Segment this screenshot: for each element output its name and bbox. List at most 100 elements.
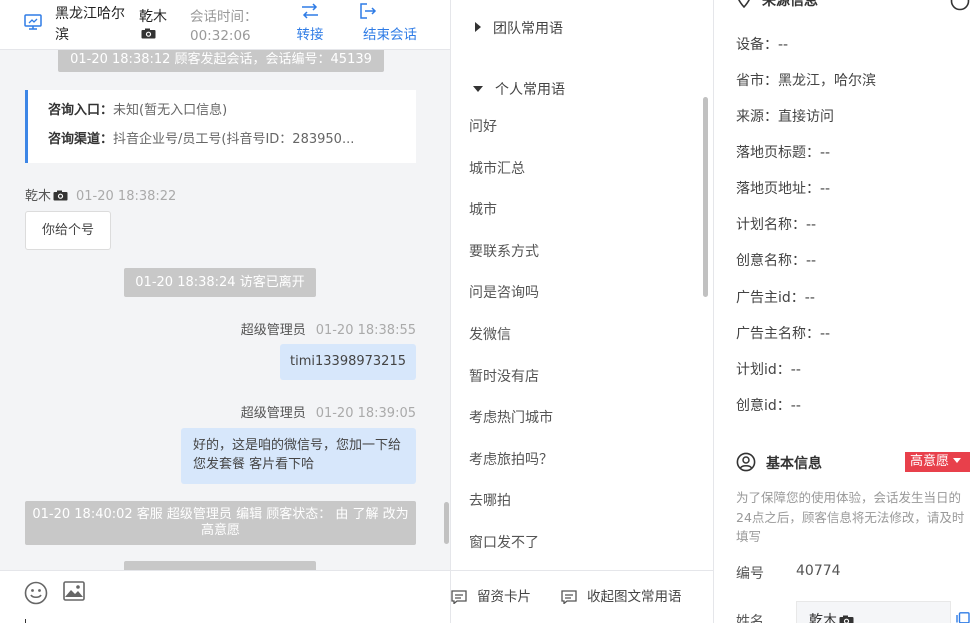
transfer-label: 转接: [296, 27, 324, 43]
source-field-landing-url: 落地页地址：--: [736, 181, 831, 197]
source-field-origin: 来源：直接访问: [736, 109, 834, 125]
system-message: 01-20 18:38:12 顾客发起会话，会话编号：45139: [58, 50, 384, 72]
image-icon[interactable]: [63, 581, 85, 605]
caret-down-icon: [473, 86, 483, 92]
chat-scrollbar[interactable]: [444, 502, 449, 544]
agent-message-bubble: timi13398973215: [280, 344, 416, 380]
session-time-value: 00:32:06: [190, 28, 251, 44]
customer-id-value: 40774: [796, 563, 841, 579]
source-field-device: 设备：--: [736, 37, 789, 53]
chat-input-toolbar: [0, 570, 450, 623]
phrase-item[interactable]: 问好: [451, 107, 701, 149]
text-cursor: [25, 619, 26, 623]
consult-channel-row: 咨询渠道：抖音企业号/员工号(抖音号ID：283950...: [48, 129, 412, 158]
phrase-item[interactable]: 去哪拍: [451, 481, 701, 523]
end-session-button[interactable]: 结束会话: [355, 3, 425, 43]
camera-icon: [53, 190, 68, 201]
monitor-icon: [24, 14, 42, 30]
phrase-item[interactable]: 城市汇总: [451, 149, 701, 191]
phrase-item[interactable]: 发微信: [451, 315, 701, 357]
consult-channel-value: 抖音企业号/员工号(抖音号ID：283950...: [113, 132, 355, 147]
user-circle-icon[interactable]: [950, 0, 970, 15]
basic-info-title: 基本信息: [766, 456, 822, 472]
phrase-item[interactable]: 暂时没有店: [451, 357, 701, 399]
card-icon: [451, 590, 467, 605]
collapse-phrases-label: 收起图文常用语: [587, 589, 682, 605]
personal-phrases-label: 个人常用语: [495, 82, 565, 98]
caret-right-icon: [475, 22, 481, 32]
collect-icon: [561, 590, 577, 605]
source-field-plan-name: 计划名称：--: [736, 217, 817, 233]
visitor-message-bubble: 你给个号: [25, 211, 111, 250]
sender-name: 乾木: [25, 189, 52, 204]
source-field-city: 省市：黑龙江，哈尔滨: [736, 73, 876, 89]
basic-info-heading: 基本信息: [736, 452, 822, 473]
intent-level-label: 高意愿: [910, 454, 950, 469]
consult-entry-value: 未知(暂无入口信息): [113, 103, 228, 118]
phrase-item[interactable]: 问是咨询吗: [451, 273, 701, 315]
quick-phrases-panel: 团队常用语 个人常用语 问好 城市汇总 城市 要联系方式 问是咨询吗 发微信 暂…: [450, 0, 714, 623]
customer-name-field[interactable]: 乾木: [796, 601, 951, 623]
phrase-item[interactable]: 考虑热门城市: [451, 398, 701, 440]
customer-info-panel: 来源信息 设备：-- 省市：黑龙江，哈尔滨 来源：直接访问 落地页标题：-- 落…: [713, 0, 970, 623]
edit-deadline-notice: 为了保障您的使用体验，会话发生当日的24点之后，顾客信息将无法修改，请及时填写: [736, 490, 965, 544]
message-meta: 超级管理员 01-20 18:39:05: [241, 402, 416, 421]
camera-icon: [141, 28, 156, 39]
source-info-title: 来源信息: [762, 0, 818, 9]
system-message: 01-20 18:40:02 客服 超级管理员 编辑 顾客状态： 由 了解 改为…: [25, 501, 416, 545]
message-meta: 乾木 01-20 18:38:22: [25, 185, 176, 204]
consult-channel-label: 咨询渠道：: [48, 132, 114, 147]
phrases-footer: 留资卡片 收起图文常用语: [451, 570, 714, 623]
source-info-heading: 来源信息: [736, 0, 818, 10]
chevron-down-icon: [953, 458, 962, 463]
team-phrases-group[interactable]: 团队常用语: [475, 18, 563, 38]
sender-name: 超级管理员: [240, 406, 306, 421]
message-time: 01-20 18:38:22: [76, 189, 177, 204]
source-field-creative-name: 创意名称：--: [736, 253, 817, 269]
source-field-advertiser-name: 广告主名称：--: [736, 326, 831, 342]
source-field-advertiser-id: 广告主id：--: [736, 290, 815, 306]
sender-name: 超级管理员: [240, 323, 306, 338]
end-session-label: 结束会话: [363, 27, 417, 43]
exit-icon: [360, 3, 377, 19]
phrase-item[interactable]: 考虑旅拍吗？: [451, 440, 701, 482]
phrase-item[interactable]: 要联系方式: [451, 232, 701, 274]
agent-message-bubble: 好的，这是咱的微信号，您加一下给您发套餐 客片看下哈: [181, 428, 416, 484]
camera-icon: [839, 615, 854, 623]
source-field-plan-id: 计划id：--: [736, 362, 801, 378]
location-pin-icon: [738, 0, 750, 9]
visitor-name: 黑龙江哈尔滨: [55, 6, 125, 43]
customer-id-label: 编号: [736, 566, 764, 582]
source-field-landing-title: 落地页标题：--: [736, 145, 831, 161]
phrase-scrollbar[interactable]: [703, 97, 708, 297]
copy-icon[interactable]: [956, 612, 970, 623]
user-circle-icon: [736, 452, 756, 472]
system-message-partial: [124, 561, 316, 570]
lead-card-label: 留资卡片: [477, 589, 531, 605]
message-time: 01-20 18:39:05: [315, 406, 416, 421]
customer-name-label: 姓名: [736, 614, 764, 623]
agent-name: 乾木: [139, 9, 167, 25]
message-meta: 超级管理员 01-20 18:38:55: [241, 319, 416, 338]
phrase-item[interactable]: 城市: [451, 190, 701, 232]
collapse-phrases-button[interactable]: 收起图文常用语: [561, 585, 682, 605]
transfer-button[interactable]: 转接: [290, 3, 330, 43]
consult-entry-row: 咨询入口：未知(暂无入口信息): [48, 100, 412, 129]
personal-phrases-group[interactable]: 个人常用语: [473, 79, 565, 99]
intent-level-dropdown[interactable]: 高意愿: [905, 452, 970, 472]
system-message: 01-20 18:38:24 访客已离开: [124, 268, 316, 297]
message-list[interactable]: 01-20 18:38:12 顾客发起会话，会话编号：45139 咨询入口：未知…: [0, 50, 450, 570]
emoji-icon[interactable]: [24, 581, 48, 609]
phrase-list: 问好 城市汇总 城市 要联系方式 问是咨询吗 发微信 暂时没有店 考虑热门城市 …: [451, 107, 701, 569]
consult-entry-label: 咨询入口：: [48, 103, 114, 118]
transfer-arrows-icon: [302, 3, 318, 19]
chat-panel: 黑龙江哈尔滨 乾木 会话时间： 00:32:06 转接 结束会话 01-20 1…: [0, 0, 450, 623]
session-time-label: 会话时间：: [190, 9, 258, 25]
message-time: 01-20 18:38:55: [315, 323, 416, 338]
consult-info-card: 咨询入口：未知(暂无入口信息) 咨询渠道：抖音企业号/员工号(抖音号ID：283…: [25, 90, 416, 163]
phrase-item[interactable]: 窗口发不了: [451, 523, 701, 565]
source-field-creative-id: 创意id：--: [736, 398, 801, 414]
lead-card-button[interactable]: 留资卡片: [451, 585, 531, 605]
team-phrases-label: 团队常用语: [493, 21, 563, 37]
chat-header: 黑龙江哈尔滨 乾木 会话时间： 00:32:06 转接 结束会话: [0, 0, 450, 50]
